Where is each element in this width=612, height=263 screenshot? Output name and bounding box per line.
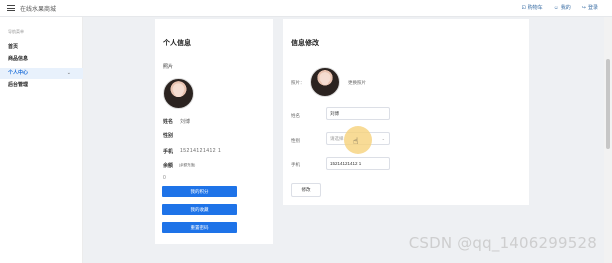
- sidebar-item-products[interactable]: 商品信息: [0, 54, 83, 65]
- sidebar-item-home[interactable]: 首页: [0, 42, 83, 53]
- my-account-label: 我的: [560, 5, 571, 11]
- chevron-down-icon: ⌄: [381, 136, 385, 141]
- edit-photo-label: 照片：: [291, 80, 305, 85]
- change-photo-link[interactable]: 更换照片: [348, 80, 366, 86]
- profile-avatar: [163, 78, 194, 109]
- cart-link[interactable]: ⊡ 购物车: [521, 4, 543, 12]
- sidebar-item-label: 首页: [8, 44, 19, 50]
- sidebar-item-admin[interactable]: 后台管理: [0, 80, 83, 91]
- profile-title: 个人信息: [163, 40, 191, 47]
- sidebar-item-personal-center[interactable]: 个人中心 ⌄: [0, 68, 83, 79]
- edit-name-label: 姓名: [291, 113, 300, 118]
- login-label: 登录: [587, 5, 598, 11]
- edit-gender-label: 性别: [291, 138, 300, 143]
- scrollbar[interactable]: [604, 17, 612, 263]
- phone-input[interactable]: 15214121412 1: [326, 157, 390, 170]
- sidebar-item-label: 商品信息: [8, 56, 29, 62]
- edit-title: 信息修改: [291, 40, 319, 47]
- my-account-link[interactable]: ☺ 我的: [553, 4, 571, 12]
- profile-gender-label: 性别: [163, 133, 174, 139]
- name-input[interactable]: 刘博: [326, 107, 390, 120]
- scrollbar-thumb[interactable]: [606, 59, 610, 149]
- menu-icon[interactable]: [7, 5, 15, 11]
- profile-phone-value: 15214121412 1: [180, 148, 222, 154]
- watermark: CSDN @qq_1406299528: [408, 234, 597, 252]
- app-title: 在线水果商城: [20, 7, 57, 13]
- sidebar-item-label: 个人中心: [8, 70, 29, 76]
- edit-avatar[interactable]: [310, 67, 340, 97]
- sidebar-item-label: 后台管理: [8, 82, 29, 88]
- profile-name-label: 姓名: [163, 119, 174, 125]
- cart-icon: ⊡: [521, 4, 526, 11]
- edit-phone-label: 手机: [291, 162, 300, 167]
- chevron-down-icon: ⌄: [66, 70, 71, 76]
- profile-photo-label: 照片: [163, 64, 174, 70]
- login-link[interactable]: ↪ 登录: [581, 4, 598, 12]
- user-icon: ☺: [553, 4, 559, 11]
- hand-cursor-icon: ☝: [353, 136, 359, 146]
- sidebar-heading: 导航菜单: [8, 29, 24, 34]
- profile-name-value: 刘博: [180, 119, 191, 125]
- profile-balance-label: 余额: [163, 163, 174, 169]
- sidebar: 导航菜单 首页 商品信息 个人中心 ⌄ 后台管理: [0, 17, 83, 263]
- gender-select-placeholder: 请选择: [330, 136, 344, 141]
- profile-phone-label: 手机: [163, 149, 174, 155]
- recharge-link[interactable]: (余额充值): [179, 163, 195, 168]
- logout-icon: ↪: [581, 4, 586, 11]
- profile-balance-value: 0: [163, 175, 166, 181]
- submit-button[interactable]: 修改: [291, 183, 321, 197]
- top-actions: ⊡ 购物车 ☺ 我的 ↪ 登录: [521, 4, 598, 12]
- edit-card: [283, 19, 529, 205]
- my-favorites-button[interactable]: 我的收藏: [162, 204, 237, 215]
- top-bar: 在线水果商城 ⊡ 购物车 ☺ 我的 ↪ 登录: [0, 0, 612, 17]
- reset-password-button[interactable]: 重置密码: [162, 222, 237, 233]
- my-points-button[interactable]: 我的积分: [162, 186, 237, 197]
- cart-label: 购物车: [527, 5, 543, 11]
